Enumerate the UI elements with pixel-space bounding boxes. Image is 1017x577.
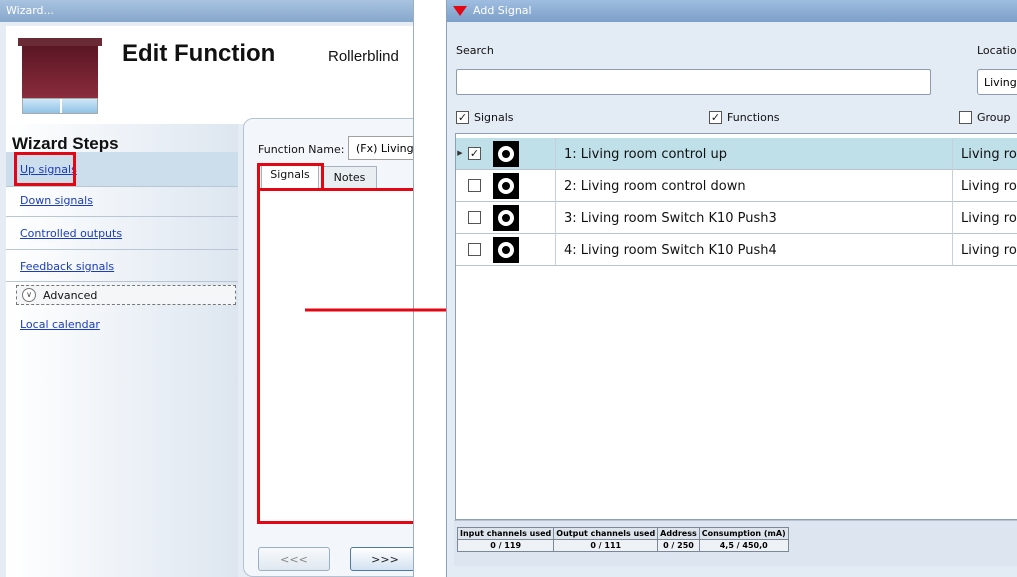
row-checkbox[interactable] <box>468 211 481 224</box>
chevron-down-icon: ∨ <box>22 288 36 302</box>
wizard-titlebar: Wizard... <box>0 0 413 22</box>
step-feedback-signals[interactable]: Feedback signals <box>20 260 114 273</box>
table-row[interactable]: ▶ ✓ 1: Living room control up Living ro <box>456 138 1017 170</box>
wizard-header: Edit Function Rollerblind <box>6 26 413 124</box>
row-checkbox[interactable]: ✓ <box>468 147 481 160</box>
consumption-header: Consumption (mA) <box>698 527 789 540</box>
row-name: 1: Living room control up <box>564 147 728 162</box>
row-name: 4: Living room Switch K10 Push4 <box>564 243 777 258</box>
function-name-field[interactable]: (Fx) Living <box>348 136 413 160</box>
status-bar: Input channels used Output channels used… <box>454 520 1017 566</box>
advanced-label: Advanced <box>43 289 98 302</box>
highlight-box-up-signals <box>14 152 76 186</box>
tab-notes[interactable]: Notes <box>322 166 377 188</box>
search-label: Search <box>456 44 494 57</box>
output-channels-header: Output channels used <box>553 527 659 540</box>
function-name-label: Function Name: <box>258 143 345 156</box>
add-signal-title: Add Signal <box>473 4 532 17</box>
functions-filter-label: Functions <box>727 111 780 124</box>
row-location: Living ro <box>961 179 1017 194</box>
signals-filter-label: Signals <box>474 111 514 124</box>
location-select[interactable]: Living <box>977 69 1017 95</box>
table-row[interactable]: 3: Living room Switch K10 Push3 Living r… <box>456 202 1017 234</box>
row-checkbox[interactable] <box>468 243 481 256</box>
group-filter-label: Group <box>977 111 1011 124</box>
wizard-steps-title: Wizard Steps <box>12 134 119 153</box>
row-name: 3: Living room Switch K10 Push3 <box>564 211 777 226</box>
signals-grid: ▶ ✓ 1: Living room control up Living ro … <box>455 133 1017 520</box>
address-value: 0 / 250 <box>657 539 700 552</box>
row-checkbox[interactable] <box>468 179 481 192</box>
add-signal-titlebar: Add Signal <box>447 0 1017 22</box>
wizard-content-panel: Function Name: (Fx) Living Signals Notes… <box>243 118 413 577</box>
prev-button[interactable]: <<< <box>258 547 330 571</box>
signal-icon <box>493 237 519 263</box>
search-input[interactable] <box>456 69 931 95</box>
input-channels-header: Input channels used <box>456 527 555 540</box>
step-down-signals[interactable]: Down signals <box>20 194 93 207</box>
advanced-expander[interactable]: ∨ Advanced <box>16 285 236 305</box>
step-local-calendar[interactable]: Local calendar <box>20 318 100 331</box>
signal-icon <box>493 173 519 199</box>
table-row[interactable]: 2: Living room control down Living ro <box>456 170 1017 202</box>
wizard-window: Wizard... Edit Function Rollerblind Wiza… <box>0 0 414 577</box>
function-type-label: Rollerblind <box>328 48 399 65</box>
row-indicator-icon: ▶ <box>457 149 463 157</box>
signals-checkbox[interactable]: ✓ <box>456 111 469 124</box>
row-location: Living ro <box>961 211 1017 226</box>
address-header: Address <box>657 527 700 540</box>
rollerblind-icon <box>18 38 102 114</box>
row-name: 2: Living room control down <box>564 179 746 194</box>
functions-checkbox[interactable]: ✓ <box>709 111 722 124</box>
table-row[interactable]: 4: Living room Switch K10 Push4 Living r… <box>456 234 1017 266</box>
output-channels-value: 0 / 111 <box>553 539 659 552</box>
usage-table: Input channels used Output channels used… <box>456 527 789 552</box>
input-channels-value: 0 / 119 <box>456 539 555 552</box>
group-checkbox[interactable] <box>959 111 972 124</box>
row-location: Living ro <box>961 147 1017 162</box>
row-location: Living ro <box>961 243 1017 258</box>
wizard-steps-panel: Wizard Steps Up signals Down signals Con… <box>6 124 238 577</box>
step-controlled-outputs[interactable]: Controlled outputs <box>20 227 122 240</box>
location-label: Location <box>977 44 1017 57</box>
next-button[interactable]: >>> <box>350 547 413 571</box>
red-triangle-icon <box>453 6 467 16</box>
page-title: Edit Function <box>122 40 276 67</box>
add-signal-window: Add Signal Search Location Living ✓ Sign… <box>446 0 1017 577</box>
signal-icon <box>493 141 519 167</box>
consumption-value: 4,5 / 450,0 <box>698 539 789 552</box>
signals-list-panel[interactable] <box>257 188 413 524</box>
signal-icon <box>493 205 519 231</box>
